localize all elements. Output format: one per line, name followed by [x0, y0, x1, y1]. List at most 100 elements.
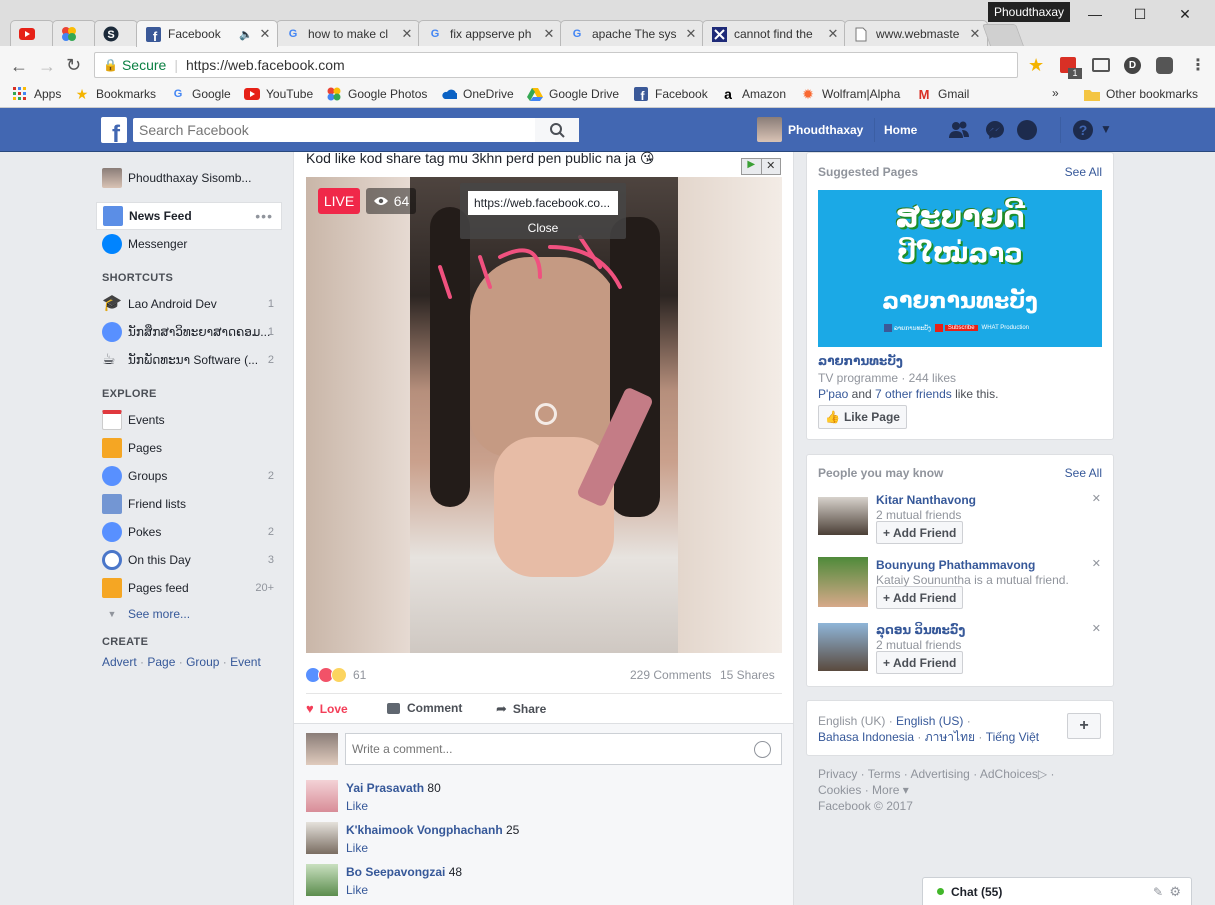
pymk-see-all[interactable]: See All — [1065, 466, 1102, 480]
bookmark-facebook[interactable]: f Facebook — [633, 86, 708, 102]
expand-icon[interactable]: ▶ — [742, 159, 761, 174]
person-name[interactable]: Kitar Nanthavong — [876, 493, 976, 507]
more-bookmarks-icon[interactable]: » — [1052, 86, 1059, 100]
bookmark-onedrive[interactable]: OneDrive — [441, 86, 514, 102]
account-menu-arrow-icon[interactable]: ▼ — [1100, 122, 1112, 136]
suggested-see-all[interactable]: See All — [1065, 165, 1102, 179]
avatar[interactable] — [757, 117, 782, 142]
facebook-logo[interactable]: f — [101, 117, 127, 148]
tab-google-3[interactable]: G apache The sys ✕ — [560, 20, 704, 47]
comment-author[interactable]: Yai Prasavath — [346, 781, 424, 795]
share-button[interactable]: ➦ Share — [496, 701, 546, 717]
address-bar[interactable]: 🔒 Secure | https://web.facebook.com — [94, 52, 1018, 78]
footer-advertising[interactable]: Advertising — [910, 767, 969, 781]
language-link[interactable]: English (US) — [896, 714, 963, 728]
comment-input[interactable] — [352, 742, 754, 756]
close-tab-icon[interactable]: ✕ — [541, 26, 557, 42]
tab-facebook[interactable]: f Facebook 🔈 ✕ — [136, 20, 278, 47]
more-options-icon[interactable]: ••• — [255, 208, 273, 224]
pocket-icon[interactable] — [1156, 57, 1173, 74]
reload-icon[interactable]: ↻ — [66, 55, 81, 76]
dismiss-icon[interactable]: ✕ — [1092, 492, 1101, 505]
tab-cannot-find[interactable]: cannot find the ✕ — [702, 20, 846, 47]
add-friend-button[interactable]: + Add Friend — [876, 651, 964, 674]
back-icon[interactable]: ← — [10, 56, 28, 77]
love-button[interactable]: ♥ Love — [306, 701, 348, 716]
tab-s[interactable]: S — [94, 20, 138, 47]
url-popup-close[interactable]: Close — [460, 221, 626, 235]
sidebar-item-pages-feed[interactable]: Pages feed 20+ — [96, 574, 282, 602]
star-icon[interactable]: ★ — [1028, 55, 1044, 76]
close-icon[interactable]: ✕ — [760, 159, 781, 174]
bookmark-gmail[interactable]: M Gmail — [916, 86, 970, 102]
profile-badge[interactable]: Phoudthaxay — [988, 2, 1070, 22]
messenger-icon[interactable] — [985, 120, 1005, 140]
url-popup-field[interactable]: https://web.facebook.co... — [468, 191, 618, 215]
sidebar-item-friend-lists[interactable]: Friend lists — [96, 490, 282, 518]
close-tab-icon[interactable]: ✕ — [683, 26, 699, 42]
tab-webmaster[interactable]: www.webmaste ✕ — [844, 20, 988, 47]
emoji-icon[interactable] — [754, 740, 771, 758]
add-language-button[interactable]: + — [1067, 713, 1101, 739]
other-bookmarks[interactable]: Other bookmarks — [1084, 86, 1198, 102]
tab-google-1[interactable]: G how to make cl ✕ — [276, 20, 420, 47]
language-link[interactable]: Tiếng Việt — [986, 730, 1039, 744]
close-window-icon[interactable]: ✕ — [1170, 6, 1200, 23]
add-friend-button[interactable]: + Add Friend — [876, 586, 964, 609]
bookmark-wolfram[interactable]: ✹ Wolfram|Alpha — [800, 86, 900, 102]
home-link[interactable]: Home — [884, 123, 917, 137]
comment-like-link[interactable]: Like — [346, 841, 368, 855]
sidebar-item-on-this-day[interactable]: On this Day 3 — [96, 546, 282, 574]
url-text[interactable]: https://web.facebook.com — [186, 57, 345, 73]
tab-photos[interactable] — [52, 20, 96, 47]
footer-adchoices[interactable]: AdChoices — [980, 767, 1038, 781]
sidebar-item-shortcut[interactable]: ☕ ນັກພັດທະນາ Software (... 2 — [96, 346, 282, 374]
dismiss-icon[interactable]: ✕ — [1092, 557, 1101, 570]
suggested-page-banner[interactable]: ສະບາຍດີ ປີໃໝ່ລາວ ລາຍການທະບັງ ລາຍການທະບັງ… — [818, 190, 1102, 347]
comment-author[interactable]: K'khaimook Vongphachanh — [346, 823, 503, 837]
language-link[interactable]: ภาษาไทย — [925, 730, 975, 744]
sidebar-item-news-feed[interactable]: News Feed ••• — [96, 202, 282, 230]
help-icon[interactable]: ? — [1073, 120, 1093, 140]
search-icon[interactable] — [535, 118, 579, 142]
globe-notifications-icon[interactable] — [1017, 120, 1037, 140]
dismiss-icon[interactable]: ✕ — [1092, 622, 1101, 635]
extension-d-icon[interactable]: D — [1124, 57, 1141, 74]
search-input[interactable] — [139, 119, 535, 141]
bookmark-youtube[interactable]: YouTube — [244, 86, 313, 102]
tab-google-2[interactable]: G fix appserve ph ✕ — [418, 20, 562, 47]
avatar[interactable] — [818, 557, 868, 607]
forward-icon[interactable]: → — [38, 56, 56, 77]
create-event-link[interactable]: Event — [230, 655, 261, 669]
sidebar-item-messenger[interactable]: Messenger — [96, 230, 282, 258]
avatar[interactable] — [818, 497, 868, 535]
close-tab-icon[interactable]: ✕ — [257, 26, 273, 42]
suggested-page-name[interactable]: ລາຍການທະບັງ — [818, 354, 903, 368]
bookmark-google-photos[interactable]: Google Photos — [326, 86, 427, 102]
footer-more[interactable]: More — [872, 783, 899, 797]
close-tab-icon[interactable]: ✕ — [825, 26, 841, 42]
sidebar-profile[interactable]: Phoudthaxay Sisomb... — [96, 164, 282, 192]
comment-like-link[interactable]: Like — [346, 799, 368, 813]
bookmark-google-drive[interactable]: Google Drive — [527, 86, 619, 102]
speaker-icon[interactable]: 🔈 — [239, 28, 253, 41]
tab-youtube[interactable] — [10, 20, 54, 47]
footer-cookies[interactable]: Cookies — [818, 783, 861, 797]
friend-requests-icon[interactable] — [948, 120, 970, 140]
maximize-icon[interactable]: ☐ — [1125, 6, 1155, 23]
search-box[interactable] — [133, 118, 579, 142]
create-group-link[interactable]: Group — [186, 655, 219, 669]
bookmark-google[interactable]: G Google — [170, 86, 231, 102]
person-name[interactable]: Bounyung Phathammavong — [876, 558, 1035, 572]
sidebar-item-shortcut[interactable]: 🎓 Lao Android Dev 1 — [96, 290, 282, 318]
comment-button[interactable]: Comment — [387, 701, 462, 715]
comment-like-link[interactable]: Like — [346, 883, 368, 897]
add-friend-button[interactable]: + Add Friend — [876, 521, 964, 544]
minimize-icon[interactable]: — — [1080, 6, 1110, 22]
comments-count[interactable]: 229 Comments — [630, 668, 711, 682]
comment-box[interactable] — [345, 733, 782, 765]
person-name[interactable]: ລຸດອນ ວິນທະວົງ — [876, 623, 965, 637]
footer-privacy[interactable]: Privacy — [818, 767, 857, 781]
compose-icon[interactable]: ✎ — [1153, 885, 1163, 899]
profile-link[interactable]: Phoudthaxay — [788, 123, 863, 137]
